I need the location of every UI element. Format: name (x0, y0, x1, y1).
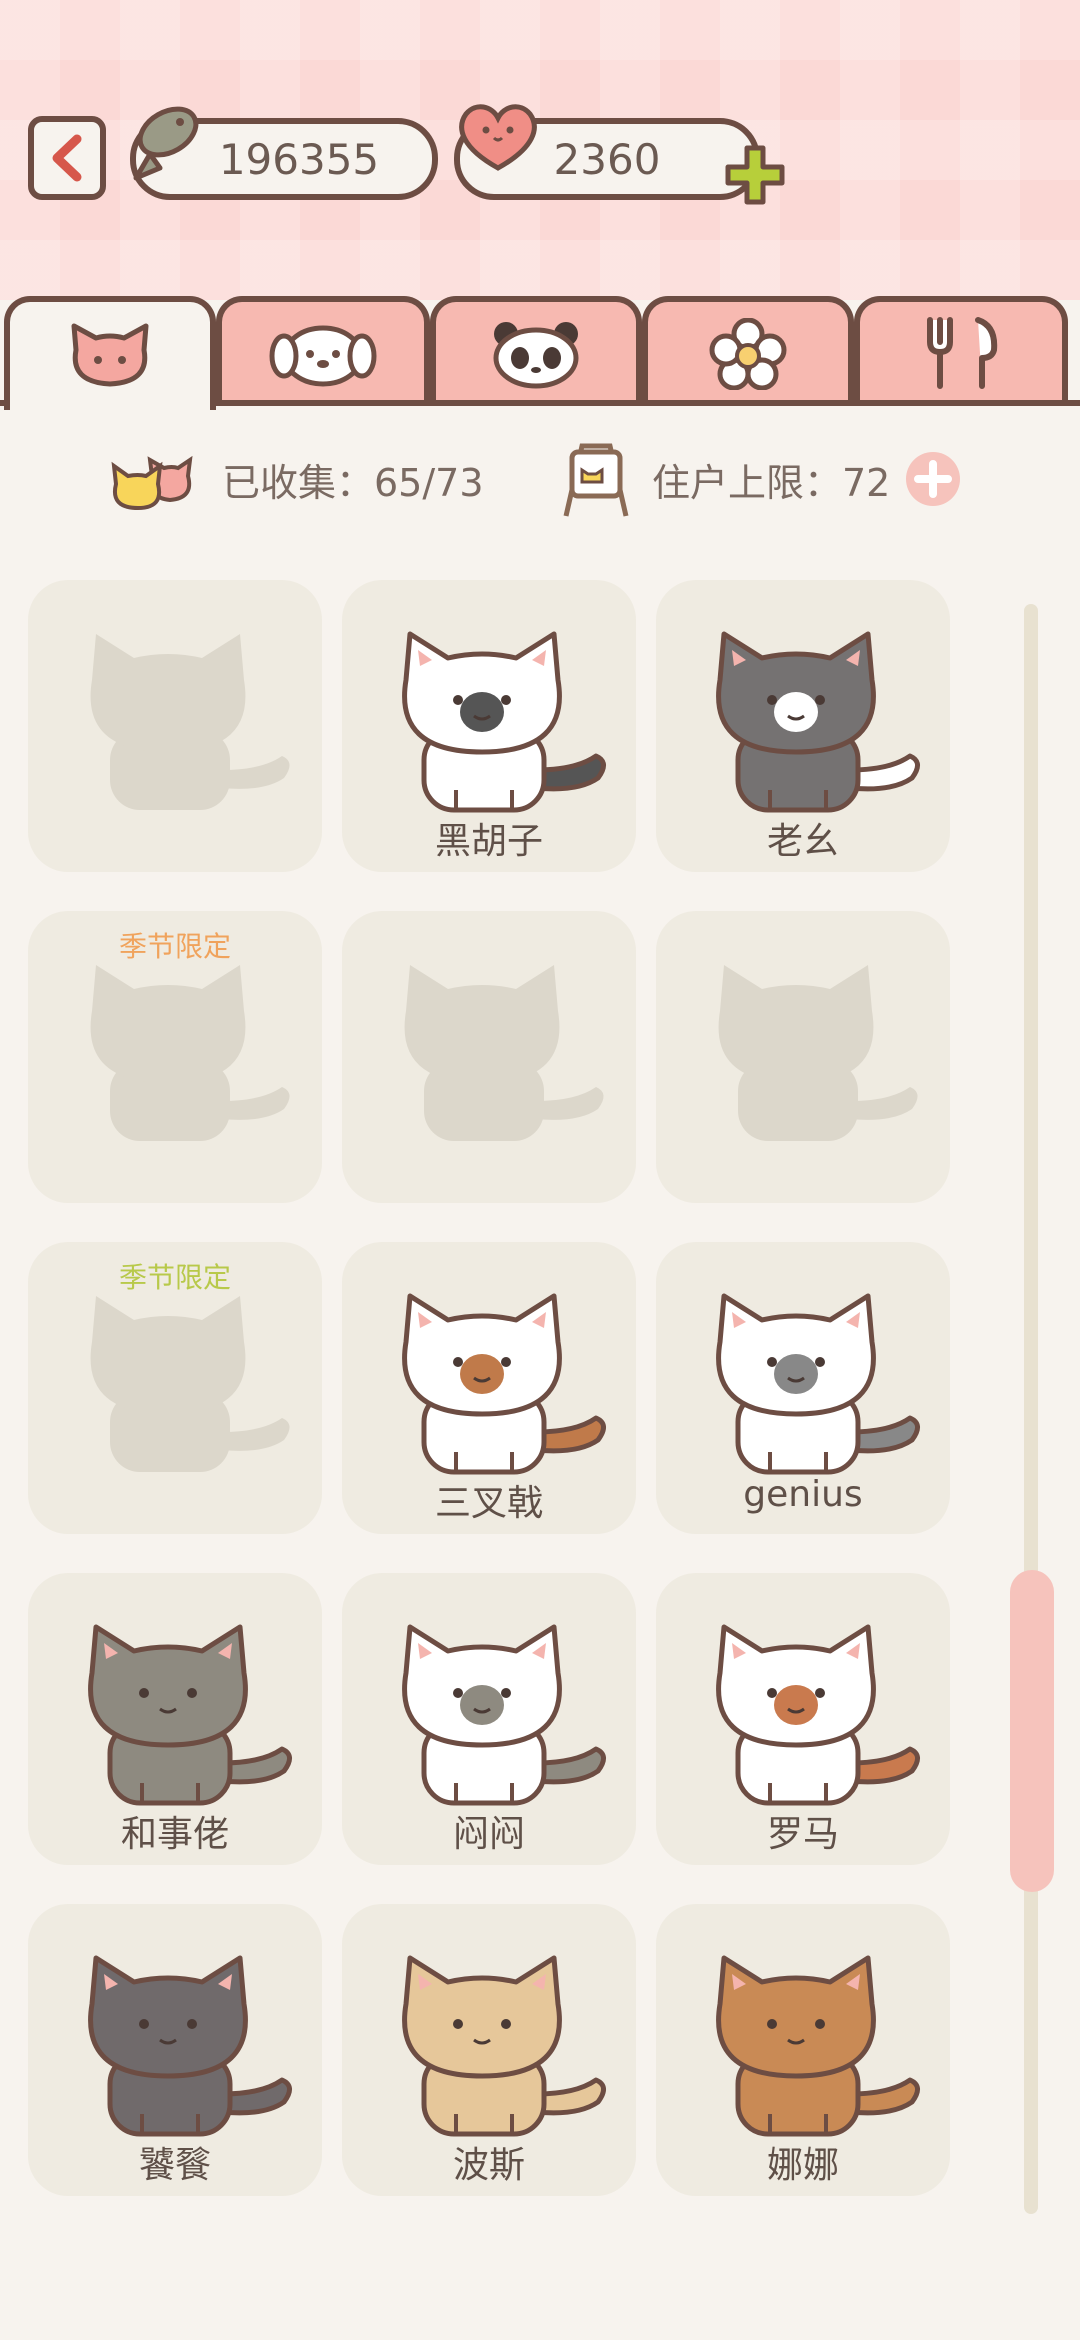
collected-count: 已收集：65/73 (222, 461, 484, 505)
locked-cat-silhouette-icon (90, 965, 290, 1141)
cat-icon (716, 1955, 920, 2137)
scrollbar-thumb[interactable] (1010, 1570, 1054, 1892)
cat-name: genius (743, 1474, 863, 1515)
cat-icon (88, 1624, 292, 1806)
cat-name: 和事佬 (120, 1814, 229, 1855)
cat-card[interactable]: 三叉戟 (342, 1242, 636, 1534)
cat-icon (716, 1293, 920, 1475)
cat-name: 波斯 (452, 2145, 525, 2186)
tab-cat[interactable] (4, 296, 216, 410)
cat-card[interactable]: 罗马 (656, 1573, 950, 1865)
collected-cats-icon (111, 455, 193, 510)
cat-card[interactable]: 娜娜 (656, 1904, 950, 2196)
fish-icon (133, 106, 199, 181)
seasonal-limited-tag: 季节限定 (118, 930, 231, 963)
cat-icon (716, 631, 920, 813)
cat-icon (402, 631, 606, 813)
flower-icon (709, 318, 787, 390)
cat-name: 黑胡子 (434, 821, 543, 862)
cat-card[interactable]: 波斯 (342, 1904, 636, 2196)
cat-name: 老幺 (766, 821, 839, 862)
cat-card[interactable]: 季节限定 (28, 911, 322, 1203)
cat-icon (402, 1624, 606, 1806)
cat-name: 罗马 (766, 1814, 839, 1855)
locked-cat-silhouette-icon (90, 634, 290, 810)
tab-panda[interactable] (430, 296, 642, 406)
cat-name: 娜娜 (766, 2145, 839, 2186)
heart-icon (459, 104, 537, 171)
cat-name: 饕餮 (138, 2145, 211, 2186)
fork-spoon-icon (927, 317, 998, 389)
cat-card[interactable]: 闷闷 (342, 1573, 636, 1865)
add-resident-plus-icon[interactable] (904, 450, 962, 508)
panda-face-icon (493, 322, 579, 389)
category-tabs (0, 296, 1080, 410)
locked-cat-silhouette-icon (718, 965, 918, 1141)
cat-card[interactable]: 饕餮 (28, 1904, 322, 2196)
cat-card[interactable] (342, 911, 636, 1203)
locked-cat-silhouette-icon (404, 965, 604, 1141)
cat-icon (402, 1293, 606, 1475)
tab-dog[interactable] (216, 296, 430, 406)
collection-stats: 已收集：65/73 住户上限：72 (0, 436, 1080, 517)
resident-limit: 住户上限：72 (652, 461, 891, 505)
tab-food[interactable] (854, 296, 1068, 406)
cat-card[interactable]: 老幺 (656, 580, 950, 872)
tab-flower[interactable] (642, 296, 854, 406)
cat-face-icon (71, 323, 149, 387)
cat-icon (88, 1955, 292, 2137)
cat-icon (716, 1624, 920, 1806)
cat-name: 三叉戟 (434, 1483, 543, 1524)
cat-name: 闷闷 (452, 1814, 525, 1855)
heart-currency-value: 2360 (553, 134, 661, 184)
seasonal-limited-tag: 季节限定 (118, 1261, 231, 1294)
dog-face-icon (269, 325, 377, 387)
cat-card[interactable] (28, 580, 322, 872)
cat-card[interactable]: 和事佬 (28, 1573, 322, 1865)
cat-card[interactable] (656, 911, 950, 1203)
signboard-icon (563, 443, 629, 517)
cat-card[interactable]: genius (656, 1242, 950, 1534)
cat-card[interactable]: 季节限定 (28, 1242, 322, 1534)
back-arrow-icon (52, 134, 82, 182)
scrollbar-track[interactable] (1024, 604, 1038, 2214)
active-tab-gap (10, 400, 210, 408)
cat-card[interactable]: 黑胡子 (342, 580, 636, 872)
cat-icon (402, 1955, 606, 2137)
add-heart-plus-icon[interactable] (722, 142, 788, 208)
fish-currency-value: 196355 (218, 134, 380, 184)
back-button[interactable] (28, 116, 106, 200)
locked-cat-silhouette-icon (90, 1296, 290, 1472)
